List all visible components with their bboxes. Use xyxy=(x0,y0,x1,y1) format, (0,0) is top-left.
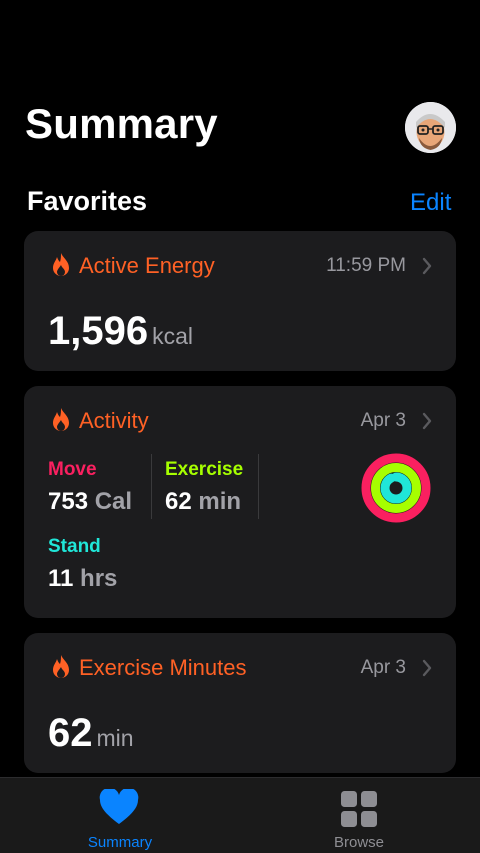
stand-label: Stand xyxy=(48,536,101,557)
tab-label: Browse xyxy=(333,834,385,851)
flame-icon xyxy=(53,408,69,431)
tab-browse[interactable]: Browse xyxy=(259,778,459,853)
exercise-value: 62 min xyxy=(165,488,241,516)
exercise-label: Exercise xyxy=(165,459,244,480)
grid-icon xyxy=(341,791,377,827)
heart-icon xyxy=(99,789,139,824)
active-energy-value: 1,596 kcal xyxy=(48,309,193,354)
page-title: Summary xyxy=(25,100,218,147)
stand-unit: hrs xyxy=(80,565,118,592)
card-title: Active Energy xyxy=(79,253,215,278)
chevron-right-icon xyxy=(422,659,432,677)
section-title-favorites: Favorites xyxy=(27,186,148,216)
divider xyxy=(258,454,259,519)
stand-value: 11 hrs xyxy=(48,565,117,593)
exercise-minutes-card[interactable]: Exercise Minutes Apr 3 62 min xyxy=(24,633,456,773)
exercise-number: 62 xyxy=(165,488,192,515)
chevron-right-icon xyxy=(422,412,432,430)
activity-rings-icon xyxy=(361,453,431,523)
move-label: Move xyxy=(48,459,97,480)
card-date: Apr 3 xyxy=(360,657,406,678)
card-header: Activity Apr 3 xyxy=(50,406,432,436)
card-header: Active Energy 11:59 PM xyxy=(50,251,432,281)
exercise-unit: min xyxy=(198,488,242,515)
flame-icon xyxy=(53,655,69,678)
card-title: Activity xyxy=(79,408,149,433)
card-date: Apr 3 xyxy=(360,410,406,431)
tab-summary[interactable]: Summary xyxy=(20,778,220,853)
move-unit: Cal xyxy=(94,488,133,515)
move-number: 753 xyxy=(48,488,89,515)
divider xyxy=(151,454,152,519)
card-title: Exercise Minutes xyxy=(79,655,247,680)
flame-icon xyxy=(53,253,69,276)
exercise-minutes-value: 62 min xyxy=(48,711,134,756)
card-header: Exercise Minutes Apr 3 xyxy=(50,653,432,683)
value-unit: kcal xyxy=(152,323,194,349)
avatar[interactable] xyxy=(405,102,456,153)
edit-button[interactable]: Edit xyxy=(410,189,451,217)
move-value: 753 Cal xyxy=(48,488,132,516)
activity-card[interactable]: Activity Apr 3 Move 753 Cal Exercise 62 … xyxy=(24,386,456,618)
memoji-avatar-icon xyxy=(405,102,456,153)
value-number: 1,596 xyxy=(48,309,149,353)
chevron-right-icon xyxy=(422,257,432,275)
active-energy-card[interactable]: Active Energy 11:59 PM 1,596 kcal xyxy=(24,231,456,371)
tab-label: Summary xyxy=(87,834,153,851)
stand-number: 11 xyxy=(48,565,74,592)
value-unit: min xyxy=(96,725,134,751)
value-number: 62 xyxy=(48,711,93,755)
card-timestamp: 11:59 PM xyxy=(326,255,406,276)
tab-bar: Summary Browse xyxy=(0,777,480,853)
